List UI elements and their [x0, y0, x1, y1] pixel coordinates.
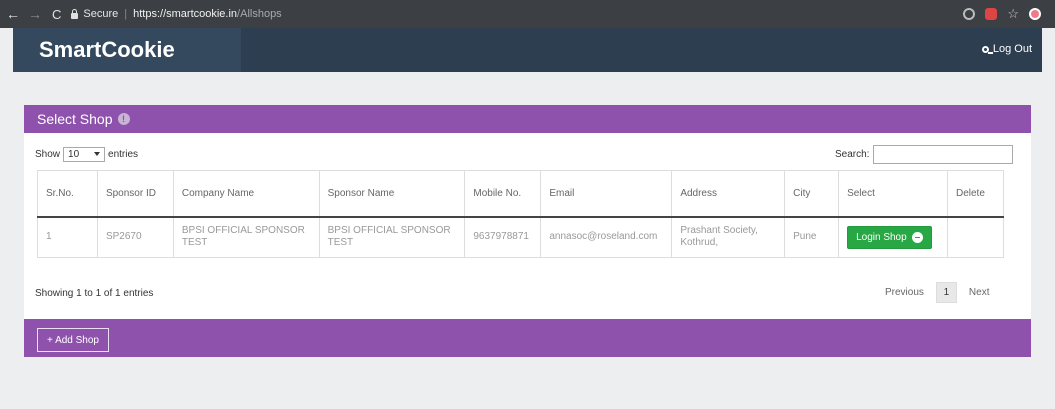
entries-select-value: 10	[68, 149, 80, 160]
table-info: Showing 1 to 1 of 1 entries	[35, 288, 154, 299]
column-header-email[interactable]: Email	[540, 170, 673, 218]
entries-length-control: Show 10 entries	[35, 147, 138, 162]
arrow-circle-icon	[911, 231, 923, 243]
brand-logo[interactable]: SmartCookie	[39, 37, 175, 63]
lock-icon	[71, 8, 79, 19]
column-header-srno[interactable]: Sr.No.	[37, 170, 98, 218]
pagination-previous[interactable]: Previous	[885, 287, 924, 298]
cell-srno: 1	[37, 216, 98, 258]
address-bar[interactable]: Secure | https://smartcookie.in/Allshops	[71, 4, 963, 24]
pagination-next[interactable]: Next	[969, 287, 990, 298]
search-input[interactable]	[873, 145, 1014, 164]
cell-sponsor-name: BPSI OFFICIAL SPONSOR TEST	[318, 216, 466, 258]
browser-action-icons: ☆	[963, 7, 1041, 20]
column-header-address[interactable]: Address	[671, 170, 786, 218]
cell-delete	[946, 216, 1005, 258]
column-header-mobile[interactable]: Mobile No.	[464, 170, 542, 218]
table-header-row: Sr.No. Sponsor ID Company Name Sponsor N…	[37, 170, 1005, 218]
show-label: Show	[35, 149, 61, 160]
login-shop-label: Login Shop	[856, 231, 907, 243]
panel-title: Select Shop	[37, 111, 113, 127]
cell-company-name: BPSI OFFICIAL SPONSOR TEST	[172, 216, 320, 258]
url-path: /Allshops	[237, 8, 282, 20]
cell-mobile: 9637978871	[464, 216, 542, 258]
browser-toolbar: ← → C Secure | https://smartcookie.in/Al…	[0, 0, 1055, 28]
app-header: SmartCookie Log Out	[13, 28, 1042, 72]
column-header-company-name[interactable]: Company Name	[172, 170, 320, 218]
chevron-down-icon	[94, 152, 101, 156]
logout-label: Log Out	[992, 43, 1032, 55]
cell-address: Prashant Society, Kothrud,	[671, 216, 786, 258]
column-header-delete[interactable]: Delete	[946, 170, 1005, 218]
logout-link[interactable]: Log Out	[981, 43, 1032, 55]
camera-icon[interactable]	[963, 8, 976, 20]
panel-footer: + Add Shop	[24, 319, 1031, 357]
pagination-page-1[interactable]: 1	[935, 282, 957, 303]
search-label: Search:	[835, 149, 870, 160]
back-icon[interactable]: ←	[4, 6, 22, 22]
search-control: Search:	[835, 145, 1014, 164]
secure-label: Secure	[83, 8, 119, 20]
brand-box: SmartCookie	[13, 28, 241, 72]
panel-body: Show 10 entries Search: Sr.No. Sponsor I…	[24, 133, 1031, 319]
column-header-select[interactable]: Select	[838, 170, 948, 218]
url-divider: |	[124, 8, 128, 20]
cell-select: Login Shop	[838, 216, 948, 258]
add-shop-button[interactable]: + Add Shop	[37, 328, 109, 352]
profile-icon[interactable]	[1029, 8, 1041, 20]
entries-label: entries	[108, 149, 139, 160]
reload-icon[interactable]: C	[52, 7, 61, 22]
info-icon: !	[117, 113, 130, 125]
forward-icon[interactable]: →	[26, 6, 44, 22]
panel-heading: Select Shop !	[24, 105, 1031, 133]
cell-city: Pune	[784, 216, 840, 258]
login-shop-button[interactable]: Login Shop	[847, 225, 932, 249]
cell-sponsor-id: SP2670	[96, 216, 174, 258]
star-icon[interactable]: ☆	[1007, 7, 1019, 20]
pagination: Previous 1 Next	[885, 282, 989, 303]
key-icon	[981, 45, 993, 54]
shops-table: Sr.No. Sponsor ID Company Name Sponsor N…	[37, 170, 1005, 258]
cell-email: annasoc@roseland.com	[540, 216, 673, 258]
column-header-city[interactable]: City	[784, 170, 840, 218]
url-base: https://smartcookie.in	[133, 8, 238, 20]
extension-icon[interactable]	[985, 8, 998, 20]
table-row: 1 SP2670 BPSI OFFICIAL SPONSOR TEST BPSI…	[37, 216, 1005, 258]
entries-select[interactable]: 10	[63, 147, 106, 162]
column-header-sponsor-name[interactable]: Sponsor Name	[318, 170, 466, 218]
column-header-sponsor-id[interactable]: Sponsor ID	[96, 170, 174, 218]
